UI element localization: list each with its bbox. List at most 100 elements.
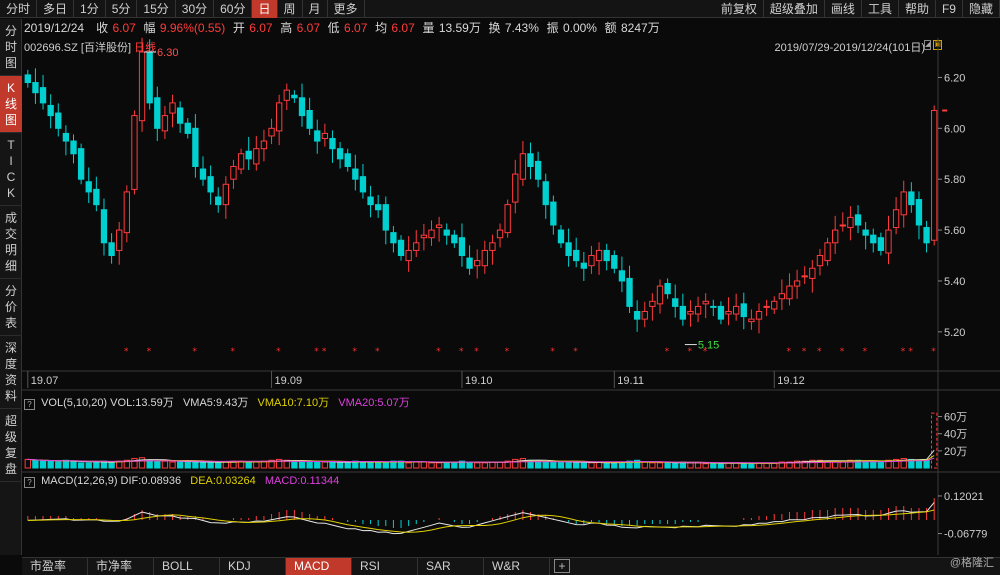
vol-tick-label: 60万 — [944, 412, 967, 424]
volume-bar — [672, 462, 679, 469]
candle-body — [793, 280, 801, 287]
indicator-tab-6[interactable]: SAR — [418, 558, 484, 575]
indicator-tab-7[interactable]: W&R — [484, 558, 550, 575]
indicator-tab-3[interactable]: KDJ — [220, 558, 286, 575]
candle-body — [123, 191, 130, 234]
candle-body — [420, 234, 428, 239]
candle-body — [809, 267, 816, 279]
candle-body — [390, 232, 397, 244]
candle-body — [687, 310, 694, 315]
candle-body — [70, 140, 77, 155]
event-marker-icon: * — [802, 347, 807, 357]
y-tick-label: 5.20 — [944, 327, 965, 339]
candle-body — [573, 249, 580, 262]
volume-bar — [542, 461, 549, 469]
event-marker-icon: * — [665, 347, 670, 357]
candle-body — [611, 255, 618, 269]
vma10-value: VMA10:7.10万 — [257, 397, 330, 409]
event-marker-icon: * — [703, 347, 708, 357]
event-marker-icon: * — [505, 347, 510, 357]
indicator-tab-2[interactable]: BOLL — [154, 558, 220, 575]
candle-body — [778, 293, 786, 300]
candle-body — [504, 204, 511, 234]
candle-body — [283, 89, 290, 101]
candle-body — [85, 181, 92, 193]
event-marker-icon: * — [375, 347, 380, 357]
event-marker-icon: * — [863, 347, 868, 357]
candle-body — [892, 209, 900, 229]
event-marker-icon: * — [901, 347, 906, 357]
candle-body — [550, 201, 557, 226]
volume-bar — [108, 461, 115, 469]
volume-bar — [77, 462, 85, 469]
volume-bar — [550, 461, 557, 469]
candle-body — [847, 216, 854, 229]
candle-body — [207, 176, 214, 193]
volume-bar — [55, 461, 62, 469]
volume-bar — [93, 461, 100, 469]
candle-body — [382, 204, 389, 231]
watermark: @格隆汇 — [949, 557, 994, 569]
event-marker-icon: * — [908, 347, 913, 357]
volume-bar — [405, 462, 412, 469]
candle-body — [786, 285, 793, 300]
volume-bar — [70, 460, 77, 469]
candle-body — [138, 51, 146, 122]
vma20-value: VMA20:5.07万 — [338, 397, 410, 409]
kline-chart[interactable]: 6.20 6.00 5.80 5.60 5.40 5.20 19.07 19.09 19.10 1… — [0, 0, 1000, 575]
candle-body — [748, 318, 755, 323]
macd-tick-label: 0.12021 — [944, 491, 984, 503]
candle-body — [740, 303, 747, 318]
volume-bar — [702, 463, 709, 469]
candle-body — [100, 209, 108, 244]
candle-body — [428, 229, 435, 239]
candle-body — [321, 132, 329, 139]
macd-name: MACD(12,26,9) — [41, 475, 118, 487]
candle-body — [184, 122, 191, 134]
candle-body — [885, 229, 892, 254]
candle-body — [664, 283, 671, 295]
indicator-tab-4[interactable]: MACD — [286, 558, 352, 575]
add-tab-icon[interactable]: + — [554, 559, 570, 573]
candle-body — [55, 112, 62, 129]
volume-bar — [207, 461, 214, 469]
volume-bar — [192, 461, 199, 469]
help-icon[interactable]: ? — [24, 477, 35, 488]
candle-body — [908, 191, 915, 206]
macd-value: MACD:0.11344 — [264, 475, 340, 487]
candle-body — [199, 168, 207, 180]
candle-body — [466, 257, 473, 269]
candle-body — [702, 300, 709, 305]
candle-body — [131, 115, 138, 190]
x-tick-label: 19.12 — [777, 375, 805, 387]
candle-body — [900, 191, 907, 216]
volume-bar — [215, 462, 222, 469]
indicator-tab-0[interactable]: 市盈率 — [22, 558, 88, 575]
candle-body — [618, 270, 626, 282]
candle-body — [474, 260, 481, 267]
volume-bar — [146, 459, 153, 469]
candle-body — [832, 229, 839, 244]
candle-body — [298, 97, 306, 117]
volume-bar — [915, 459, 923, 469]
volume-bar — [649, 462, 656, 469]
event-marker-icon: * — [276, 347, 281, 357]
indicator-tab-5[interactable]: RSI — [352, 558, 418, 575]
indicator-tab-1[interactable]: 市净率 — [88, 558, 154, 575]
volume-bar — [382, 461, 389, 469]
y-tick-label: 5.40 — [944, 276, 965, 288]
candle-body — [314, 130, 321, 142]
help-icon[interactable]: ? — [24, 399, 35, 410]
volume-bar — [748, 463, 755, 469]
volume-bar — [877, 461, 885, 469]
candle-body — [62, 132, 70, 142]
volume-bar — [253, 461, 260, 469]
candle-body — [854, 214, 862, 226]
candle-body — [603, 249, 610, 262]
volume-bar — [931, 412, 938, 469]
candle-body — [771, 300, 778, 310]
candle-body — [443, 229, 450, 236]
candle-body — [77, 148, 85, 180]
candle-body — [679, 305, 687, 320]
volume-bar — [154, 460, 161, 469]
